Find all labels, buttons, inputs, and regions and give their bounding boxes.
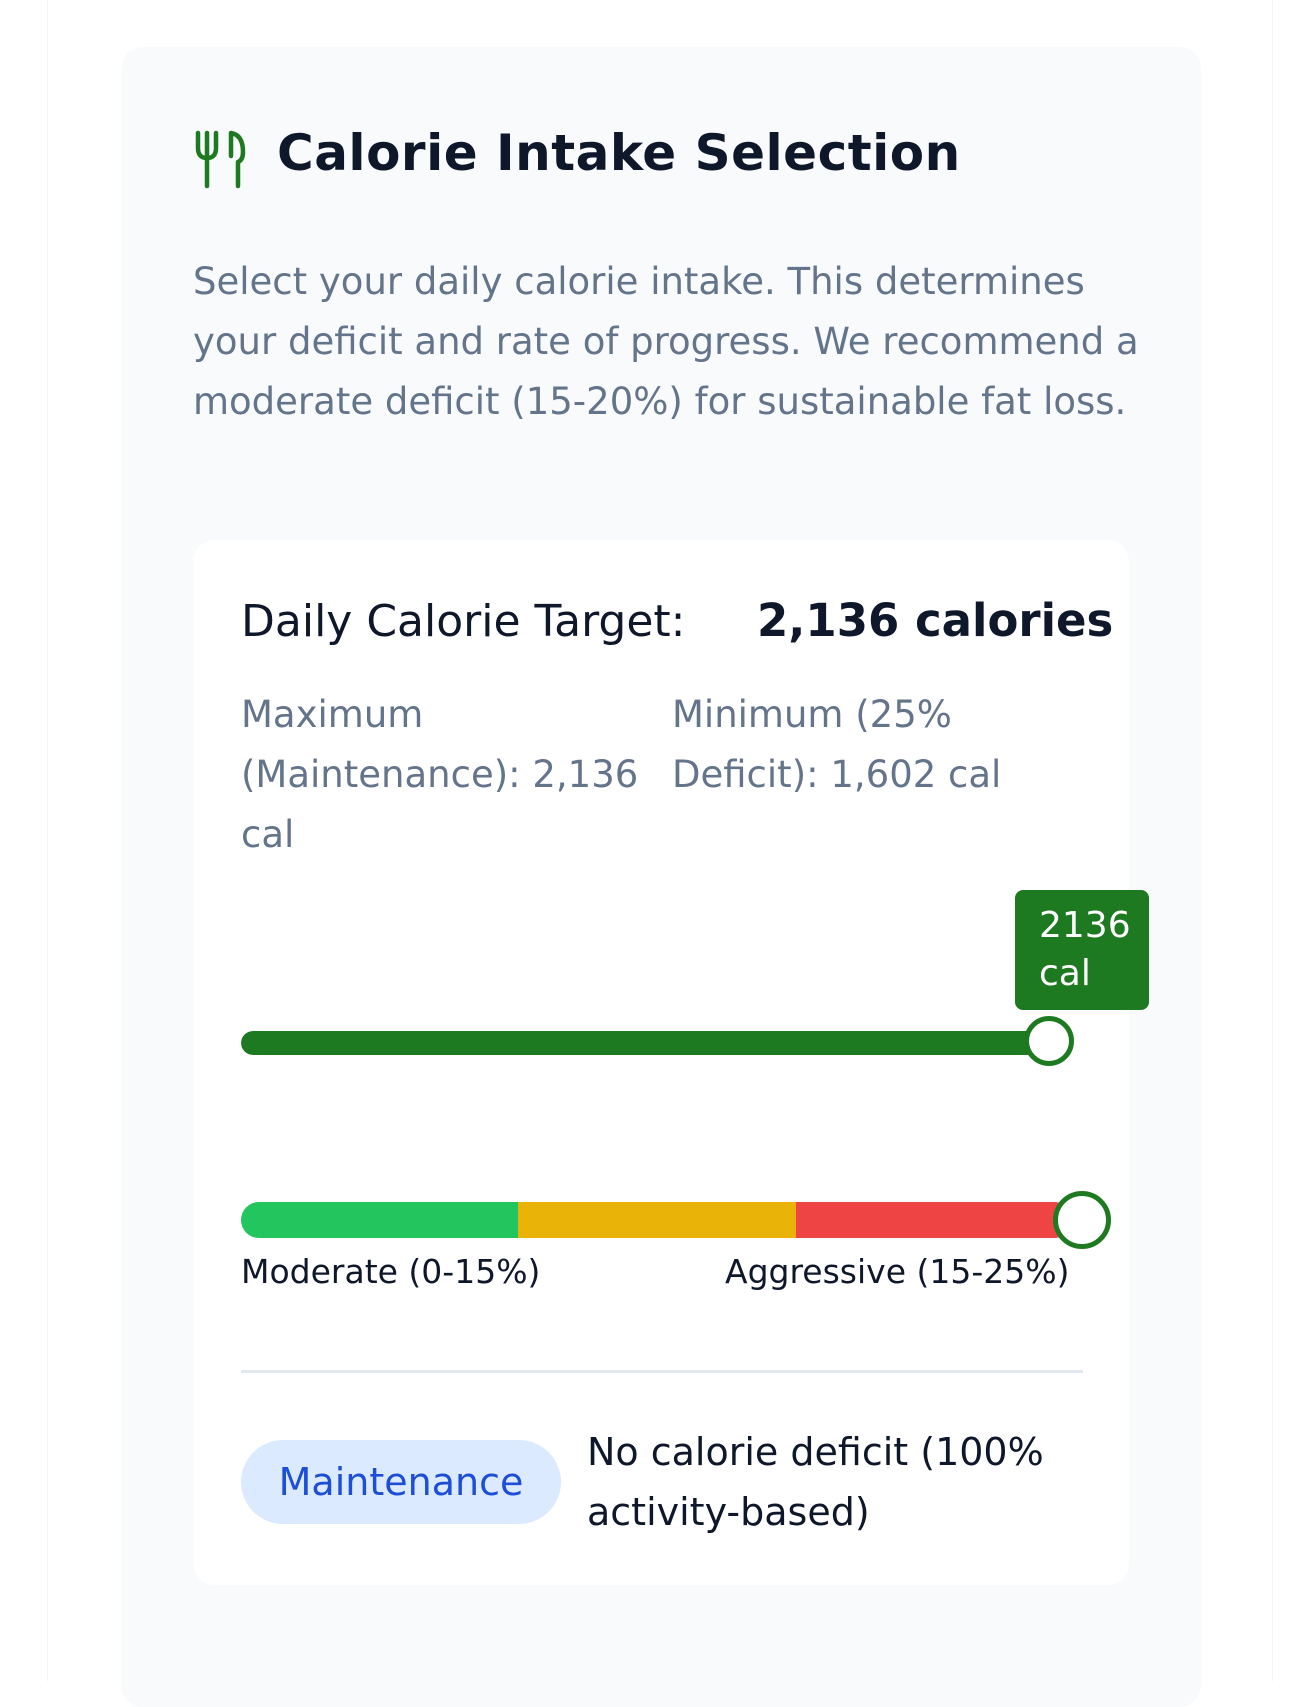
calorie-slider-track[interactable] [241, 1031, 1051, 1055]
maximum-calories-text: Maximum (Maintenance): 2,136 cal [241, 693, 639, 856]
aggressive-zone-label: Aggressive (15-25%) [725, 1252, 1070, 1291]
calorie-slider-fill [241, 1031, 1051, 1055]
calorie-slider-thumb[interactable] [1024, 1016, 1074, 1066]
section-description: Select your daily calorie intake. This d… [193, 260, 1139, 423]
deficit-zone-yellow [518, 1202, 796, 1238]
utensils-icon [195, 130, 246, 189]
deficit-description: No calorie deficit (100% activity-based) [587, 1430, 1044, 1534]
deficit-zone-red [795, 1202, 1073, 1238]
minimum-calories-text: Minimum (25% Deficit): 1,602 cal [672, 693, 1002, 796]
slider-value-tooltip: 2136 cal [1015, 890, 1149, 1010]
deficit-zone-green [241, 1202, 519, 1238]
moderate-zone-label: Moderate (0-15%) [241, 1252, 541, 1291]
section-divider [241, 1370, 1083, 1373]
maintenance-badge: Maintenance [241, 1440, 561, 1524]
daily-target-label: Daily Calorie Target: [241, 596, 686, 647]
daily-target-value: 2,136 calories [757, 594, 1114, 647]
deficit-zone-bar [241, 1202, 1073, 1238]
deficit-zone-indicator [1053, 1191, 1111, 1249]
section-title: Calorie Intake Selection [277, 124, 961, 182]
